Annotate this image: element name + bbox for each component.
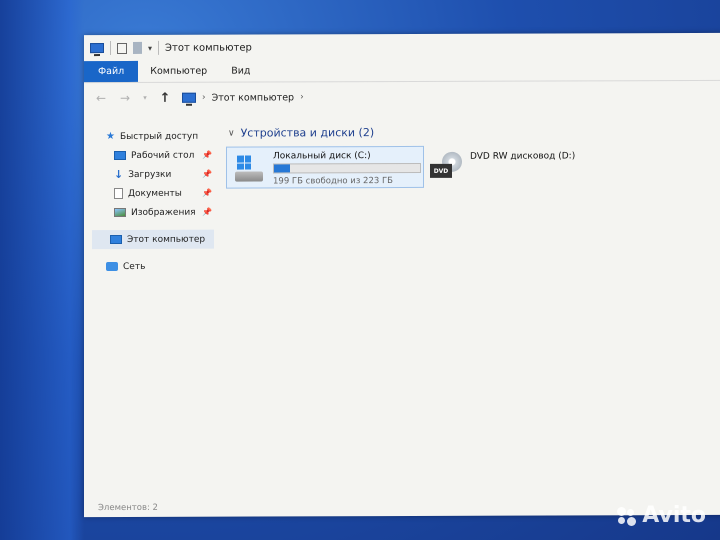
drive-free-space: 199 ГБ свободно из 223 ГБ xyxy=(273,176,393,187)
dvd-drive-icon[interactable]: DVD xyxy=(430,151,464,184)
sidebar-item-label: Документы xyxy=(128,188,182,199)
documents-icon xyxy=(114,187,123,200)
desktop-icon xyxy=(114,150,126,161)
watermark-text: Avito xyxy=(642,503,706,528)
sidebar-item-downloads[interactable]: ↓ Загрузки 📌 xyxy=(84,165,224,184)
file-explorer-window: ▾ Этот компьютер Файл Компьютер Вид ← → … xyxy=(84,32,720,518)
chevron-down-icon[interactable]: ▾ xyxy=(142,94,148,102)
sidebar-item-label: Изображения xyxy=(131,207,196,218)
computer-icon xyxy=(110,234,122,245)
tab-file[interactable]: Файл xyxy=(84,60,139,83)
drive-item-c[interactable]: Локальный диск (C:) 199 ГБ свободно из 2… xyxy=(226,145,424,189)
sidebar-item-label: Этот компьютер xyxy=(127,234,206,245)
address-bar: ← → ▾ ↑ › Этот компьютер › xyxy=(84,81,720,113)
ribbon-tabs: Файл Компьютер Вид xyxy=(84,58,720,84)
window-title: Этот компьютер xyxy=(165,42,252,54)
chevron-right-icon: › xyxy=(202,92,206,103)
group-header[interactable]: ∨ Устройства и диски (2) xyxy=(228,126,374,140)
sidebar-item-quick-access[interactable]: ★ Быстрый доступ xyxy=(84,127,224,146)
sidebar-item-desktop[interactable]: Рабочий стол 📌 xyxy=(84,146,224,165)
pin-icon: 📌 xyxy=(202,188,212,198)
new-folder-icon[interactable] xyxy=(133,41,142,54)
customize-icon[interactable]: ▾ xyxy=(148,43,152,52)
breadcrumb[interactable]: › Этот компьютер › xyxy=(182,92,304,103)
computer-icon xyxy=(182,92,196,103)
chevron-down-icon[interactable]: ∨ xyxy=(228,128,235,138)
sidebar-item-label: Рабочий стол xyxy=(131,150,195,161)
network-icon xyxy=(106,261,118,272)
computer-icon xyxy=(90,43,104,54)
separator xyxy=(110,41,111,56)
properties-icon[interactable] xyxy=(117,42,127,54)
title-bar: ▾ Этот компьютер xyxy=(84,33,720,61)
tab-computer[interactable]: Компьютер xyxy=(138,61,219,82)
arrow-up-icon[interactable]: ↑ xyxy=(158,90,172,105)
star-icon: ★ xyxy=(106,131,115,143)
pictures-icon xyxy=(114,207,126,218)
drive-usage-fill xyxy=(274,164,291,173)
arrow-right-icon[interactable]: → xyxy=(118,91,132,105)
avito-logo-icon xyxy=(615,505,637,527)
sidebar-item-label: Быстрый доступ xyxy=(119,131,199,142)
navigation-pane: ★ Быстрый доступ Рабочий стол 📌 ↓ Загруз… xyxy=(84,127,224,497)
pin-icon: 📌 xyxy=(202,207,212,217)
arrow-left-icon[interactable]: ← xyxy=(94,91,108,105)
sidebar-item-this-pc[interactable]: Этот компьютер xyxy=(92,229,214,250)
drive-usage-bar xyxy=(273,162,421,174)
chevron-right-icon[interactable]: › xyxy=(300,92,304,102)
downloads-icon: ↓ xyxy=(114,167,124,182)
sidebar-item-label: Сеть xyxy=(123,261,146,272)
sidebar-item-documents[interactable]: Документы 📌 xyxy=(84,184,224,203)
drive-name[interactable]: DVD RW дисковод (D:) xyxy=(470,151,575,161)
sidebar-item-network[interactable]: Сеть xyxy=(84,257,224,276)
windows-drive-icon xyxy=(235,155,263,183)
separator xyxy=(158,40,160,55)
pin-icon: 📌 xyxy=(202,169,212,179)
breadcrumb-this-pc[interactable]: Этот компьютер xyxy=(212,92,294,103)
sidebar-item-label: Загрузки xyxy=(128,169,172,180)
pin-icon: 📌 xyxy=(202,150,212,160)
tab-view[interactable]: Вид xyxy=(219,60,262,81)
sidebar-item-pictures[interactable]: Изображения 📌 xyxy=(84,203,224,222)
avito-watermark: Avito xyxy=(615,503,706,528)
content-pane: ∨ Устройства и диски (2) Локальный диск … xyxy=(224,125,720,497)
group-title: Устройства и диски (2) xyxy=(240,126,375,140)
status-bar: Элементов: 2 xyxy=(98,502,158,514)
drive-name: Локальный диск (C:) xyxy=(273,151,371,162)
